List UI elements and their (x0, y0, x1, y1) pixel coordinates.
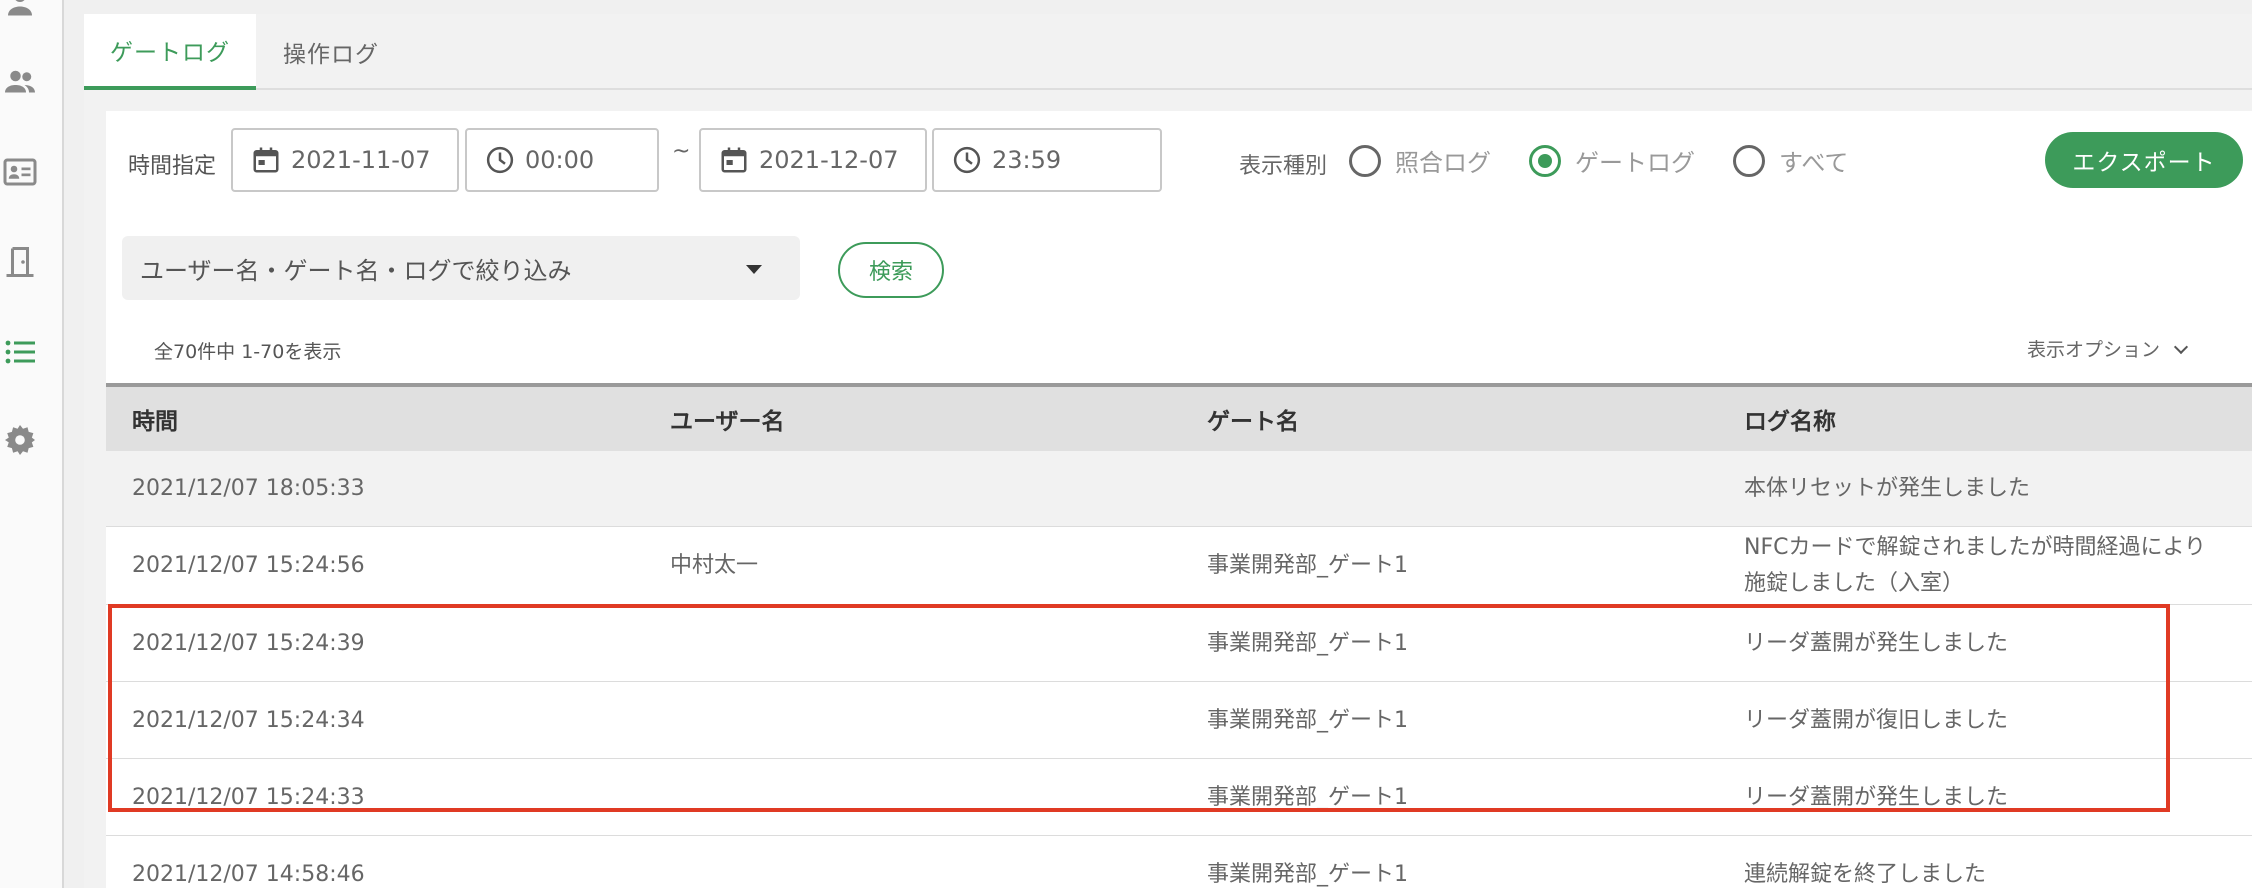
end-date-value: 2021-12-07 (759, 146, 899, 174)
cell-gate: 事業開発部_ゲート1 (1207, 630, 1408, 656)
result-count: 全70件中 1-70を表示 (154, 341, 342, 363)
range-separator: ~ (672, 139, 691, 164)
cell-user: 中村太一 (670, 553, 759, 578)
cell-gate: 事業開発部_ゲート1 (1207, 861, 1408, 887)
door-icon[interactable] (0, 242, 40, 282)
radio-circle (1733, 144, 1765, 177)
people-icon[interactable] (0, 62, 40, 102)
list-icon[interactable] (0, 332, 40, 372)
column-header-gate[interactable]: ゲート名 (1207, 387, 1299, 451)
radio-circle (1349, 144, 1381, 177)
cell-gate: 事業開発部_ゲート1 (1207, 553, 1408, 578)
tab-operation-log[interactable]: 操作ログ (256, 14, 406, 90)
cell-log: 連続解錠を終了しました (1744, 861, 1987, 887)
id-card-icon[interactable] (0, 152, 40, 192)
gear-icon[interactable] (0, 420, 40, 460)
start-time-field[interactable]: 00:00 (465, 128, 659, 192)
cell-log: リーダ蓋開が発生しました (1744, 630, 2009, 656)
cell-time: 2021/12/07 15:24:39 (132, 630, 365, 656)
end-time-value: 23:59 (992, 146, 1062, 174)
tab-bar: ゲートログ 操作ログ (84, 14, 2252, 90)
radio-all-label: すべて (1779, 149, 1849, 177)
radio-all[interactable]: すべて (1733, 143, 1848, 178)
cell-log: リーダ蓋開が復旧しました (1744, 707, 2009, 733)
start-time-value: 00:00 (525, 146, 595, 174)
radio-gate-log-label: ゲートログ (1575, 149, 1695, 177)
end-date-field[interactable]: 2021-12-07 (699, 128, 927, 192)
start-date-value: 2021-11-07 (291, 146, 431, 174)
cell-log: NFCカードで解錠されましたが時間経過により 施錠しました（入室） (1744, 535, 2207, 596)
table-row[interactable]: 2021/12/07 14:58:46 事業開発部_ゲート1 連続解錠を終了しま… (106, 836, 2252, 888)
radio-gate-log[interactable]: ゲートログ (1529, 143, 1695, 178)
end-time-field[interactable]: 23:59 (932, 128, 1162, 192)
table-row[interactable]: 2021/12/07 15:24:33 事業開発部_ゲート1 リーダ蓋開が発生し… (106, 759, 2252, 836)
filter-dropdown[interactable]: ユーザー名・ゲート名・ログで絞り込み (122, 236, 800, 300)
table-row[interactable]: 2021/12/07 15:24:39 事業開発部_ゲート1 リーダ蓋開が発生し… (106, 605, 2252, 682)
cell-time: 2021/12/07 15:24:56 (132, 553, 365, 578)
tab-gate-log[interactable]: ゲートログ (84, 14, 256, 90)
display-type-label: 表示種別 (1239, 154, 1328, 179)
start-date-field[interactable]: 2021-11-07 (231, 128, 459, 192)
cell-time: 2021/12/07 18:05:33 (132, 476, 365, 501)
cell-gate: 事業開発部_ゲート1 (1207, 784, 1408, 810)
cell-time: 2021/12/07 15:24:33 (132, 784, 365, 810)
radio-circle (1529, 144, 1561, 177)
chevron-down-icon (2173, 339, 2189, 354)
column-header-user[interactable]: ユーザー名 (670, 387, 785, 451)
table-row[interactable]: 2021/12/07 15:24:56 中村太一 事業開発部_ゲート1 NFCカ… (106, 527, 2252, 605)
display-options-toggle[interactable]: 表示オプション (2027, 335, 2189, 362)
filter-placeholder: ユーザー名・ゲート名・ログで絞り込み (140, 256, 572, 285)
column-header-log[interactable]: ログ名称 (1744, 387, 1836, 451)
caret-down-icon (746, 265, 762, 274)
radio-match-log[interactable]: 照合ログ (1349, 143, 1491, 178)
table-header: 時間 ユーザー名 ゲート名 ログ名称 (106, 383, 2252, 451)
log-table: 時間 ユーザー名 ゲート名 ログ名称 2021/12/07 18:05:33 本… (106, 383, 2252, 888)
export-button[interactable]: エクスポート (2045, 132, 2243, 188)
table-row[interactable]: 2021/12/07 15:24:34 事業開発部_ゲート1 リーダ蓋開が復旧し… (106, 682, 2252, 759)
main-panel: ゲートログ 操作ログ 時間指定 2021-11-07 00:00 ~ 2021-… (84, 14, 2252, 888)
icon-rail (0, 0, 64, 888)
column-header-time[interactable]: 時間 (132, 387, 178, 451)
cell-gate: 事業開発部_ゲート1 (1207, 707, 1408, 733)
search-button[interactable]: 検索 (838, 242, 944, 298)
radio-match-log-label: 照合ログ (1395, 149, 1491, 177)
table-row[interactable]: 2021/12/07 18:05:33 本体リセットが発生しました (106, 451, 2252, 527)
calendar-icon (721, 147, 747, 173)
log-card: 時間指定 2021-11-07 00:00 ~ 2021-12-07 23:59… (106, 111, 2252, 888)
clock-icon (486, 146, 514, 174)
clock-icon (953, 146, 981, 174)
cell-log: リーダ蓋開が発生しました (1744, 784, 2009, 810)
cell-time: 2021/12/07 14:58:46 (132, 861, 365, 887)
display-options-label: 表示オプション (2027, 339, 2161, 361)
person-icon[interactable] (0, 0, 40, 22)
time-range-label: 時間指定 (128, 154, 217, 179)
calendar-icon (253, 147, 279, 173)
cell-time: 2021/12/07 15:24:34 (132, 707, 365, 733)
cell-log: 本体リセットが発生しました (1744, 476, 2031, 501)
